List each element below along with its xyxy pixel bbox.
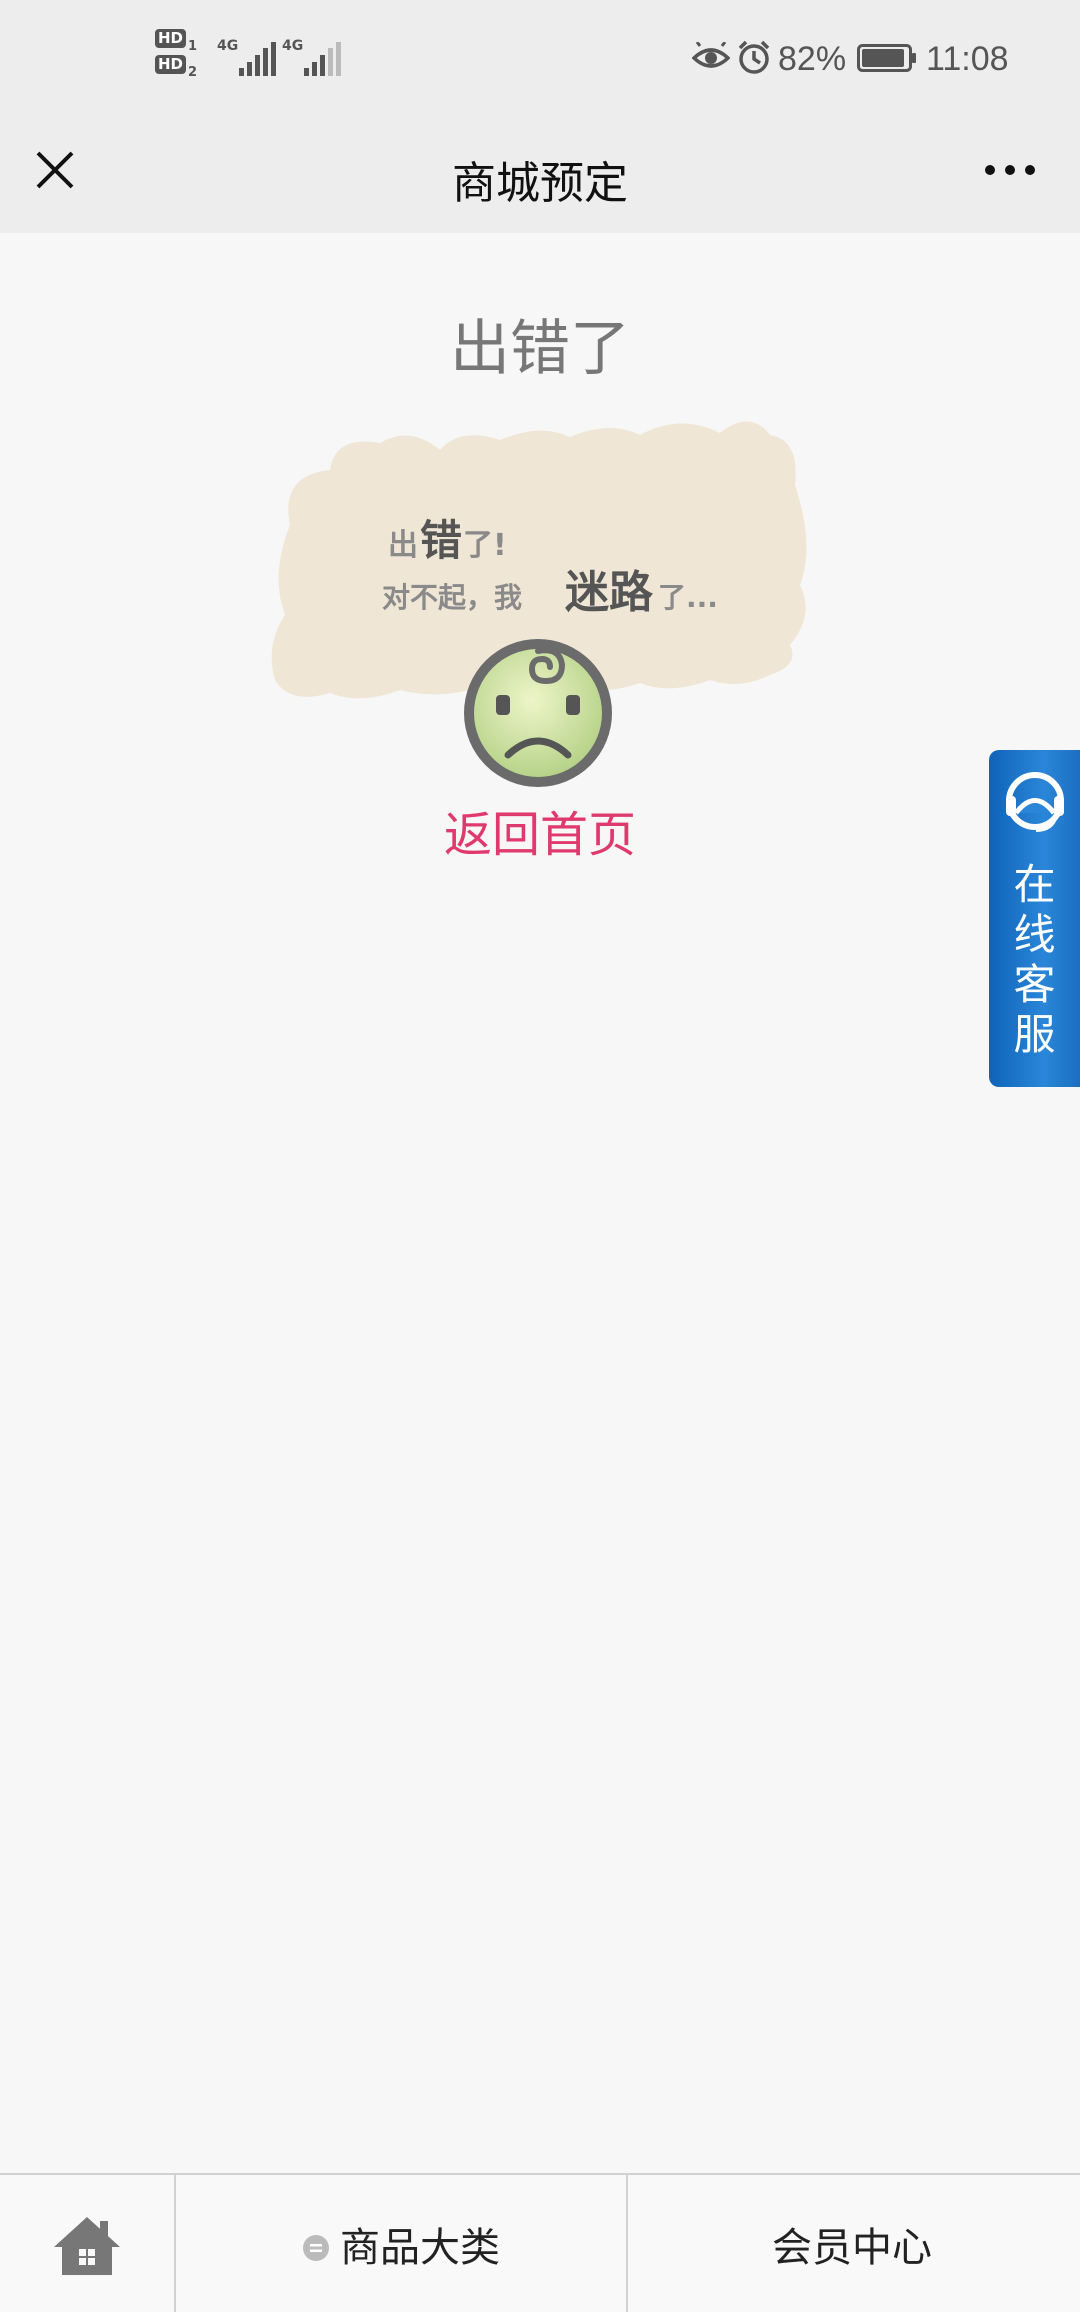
home-icon [54,2217,120,2275]
battery-percent: 82% [778,40,847,78]
status-bar: HD 1 HD 2 4G 4G 82% 11:08 [0,0,1080,125]
sim2-number: 2 [188,65,198,80]
card-line1-tail: 了! [463,528,507,563]
sim2-hd-badge: HD [155,55,186,74]
cs-char-2: 线 [1013,910,1056,959]
error-illustration: 出 错 了! 对不起，我 迷路 了... [271,421,807,787]
sim1-hd-badge: HD [155,29,186,48]
bottom-tab-bar: 商品大类 会员中心 [0,2173,1080,2312]
eye-icon [692,42,730,68]
return-home-link[interactable]: 返回首页 [0,795,1080,865]
signal-bars-icon [304,42,344,76]
tab-categories-label: 商品大类 [340,2225,500,2271]
card-line2-tail: 了... [658,581,718,614]
alarm-icon [738,40,770,74]
card-line1-big: 错 [420,516,462,565]
error-heading: 出错了 [450,314,630,384]
tab-home[interactable] [0,2175,176,2312]
sim-indicators: HD 1 HD 2 [155,28,210,80]
signal-bars-icon [239,42,279,76]
online-service-label: 在 线 客 服 [989,860,1080,1060]
card-line2-small: 对不起，我 [382,581,522,614]
clock-time: 11:08 [926,40,1009,78]
status-right: 82% 11:08 [692,38,1022,88]
sad-face-icon [464,639,612,787]
cs-char-4: 服 [1013,1010,1056,1059]
battery-icon [857,44,916,72]
headset-icon [1006,772,1064,832]
network-type-2: 4G [282,38,304,54]
tab-member-label: 会员中心 [772,2225,932,2271]
cs-char-1: 在 [1013,860,1056,909]
page-title: 商城预定 [452,158,628,209]
card-line1-small: 出 [388,528,418,563]
online-service-button[interactable]: 在 线 客 服 [989,750,1080,1087]
cs-char-3: 客 [1013,960,1056,1009]
card-line2-big: 迷路 [565,567,654,618]
tab-member-center[interactable]: 会员中心 [628,2175,1080,2312]
network-type-1: 4G [217,38,239,54]
tab-categories[interactable]: 商品大类 [176,2175,628,2312]
more-icon[interactable] [980,150,1040,190]
sim1-number: 1 [188,39,198,54]
nav-bar: 商城预定 [0,125,1080,233]
menu-circle-icon [303,2235,329,2261]
